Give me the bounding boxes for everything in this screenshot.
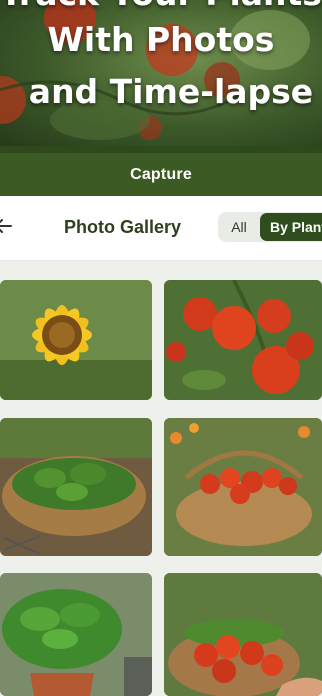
- filter-all-tab[interactable]: All: [218, 219, 260, 235]
- hero-title-line: Track Your Plants: [0, 0, 322, 13]
- basil-basket-photo: [0, 418, 152, 556]
- page-title: Photo Gallery: [64, 217, 182, 237]
- harvest-basket-photo: [164, 573, 322, 696]
- photo-card-potted-basil[interactable]: [0, 573, 152, 696]
- tomatoes-photo: [164, 280, 322, 400]
- capture-label: Capture: [130, 165, 192, 183]
- back-arrow-icon[interactable]: [0, 218, 12, 234]
- filter-segmented-control: All By Plant: [218, 212, 322, 242]
- filter-by-plant-tab[interactable]: By Plant: [260, 213, 322, 241]
- photo-card-tomatoes[interactable]: [164, 280, 322, 400]
- hero-title-line: With Photos: [47, 20, 275, 59]
- photo-card-harvest-basket[interactable]: [164, 573, 322, 696]
- hero-banner: Track Your Plants With Photos and Time-l…: [0, 0, 322, 146]
- tomato-basket-photo: [164, 418, 322, 556]
- sunflower-photo: [0, 280, 152, 400]
- photo-card-tomato-basket[interactable]: [164, 418, 322, 556]
- photo-card-sunflower[interactable]: [0, 280, 152, 400]
- capture-button[interactable]: Capture: [0, 146, 322, 196]
- photo-card-basil-basket[interactable]: [0, 418, 152, 556]
- potted-basil-photo: [0, 573, 152, 696]
- hero-title-line: and Time-lapse: [28, 72, 314, 111]
